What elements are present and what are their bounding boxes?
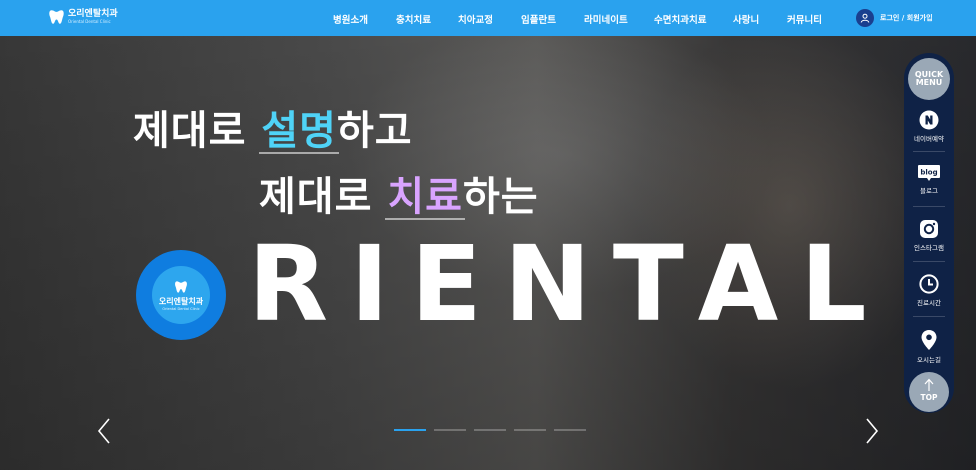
nav-item-cavity[interactable]: 충치치료: [396, 12, 431, 26]
arrow-up-icon: [924, 378, 934, 391]
nav-item-about[interactable]: 병원소개: [333, 12, 368, 26]
nav-item-wisdom-tooth[interactable]: 사랑니: [733, 12, 759, 26]
slider-next-arrow-icon[interactable]: [862, 416, 882, 446]
hero-highlight-explain: 설명: [261, 108, 337, 154]
scroll-top-button[interactable]: TOP: [909, 372, 949, 412]
quick-item-blog[interactable]: blog 블로그: [904, 164, 954, 195]
site-logo[interactable]: 오리엔탈치과 Oriental Dental Clinic: [48, 8, 118, 26]
hero-brand-wordmark: RIENTAL: [248, 223, 889, 345]
brand-emblem: 오리엔탈치과 Oriental Dental Clinic: [136, 250, 226, 340]
location-pin-icon: [921, 330, 937, 350]
hero-slider: 제대로 설명 하고 제대로 치료 하는 오리엔탈치과 Oriental Dental…: [0, 36, 976, 470]
tooth-icon: [175, 280, 187, 293]
instagram-icon: [920, 220, 938, 238]
blog-icon: blog: [918, 165, 940, 181]
tooth-logo-icon: [49, 10, 64, 24]
nav-item-community[interactable]: 커뮤니티: [787, 12, 822, 26]
quick-item-instagram[interactable]: 인스타그램: [904, 219, 954, 252]
naver-icon: [919, 110, 939, 130]
user-icon: [856, 9, 874, 27]
hero-highlight-treat: 치료: [387, 174, 463, 220]
login-label: 로그인 / 회원가입: [880, 14, 933, 22]
slider-dot[interactable]: [554, 429, 586, 431]
quick-menu: QUICK MENU 네이버예약 blog 블로그 인스타그램 진료시간 오시는…: [904, 53, 954, 413]
highlight-underline: [259, 152, 339, 154]
slider-prev-arrow-icon[interactable]: [94, 416, 114, 446]
slider-dot[interactable]: [514, 429, 546, 431]
nav-item-laminate[interactable]: 라미네이트: [584, 12, 628, 26]
quick-item-naver-booking[interactable]: 네이버예약: [904, 110, 954, 143]
slider-dot[interactable]: [394, 429, 426, 431]
quick-item-directions[interactable]: 오시는길: [904, 329, 954, 364]
quick-divider: [913, 151, 945, 152]
svg-text:blog: blog: [920, 169, 937, 177]
brand-emblem-title: 오리엔탈치과: [158, 296, 204, 306]
site-header: 오리엔탈치과 Oriental Dental Clinic 병원소개 충치치료 …: [0, 0, 976, 36]
highlight-underline: [385, 218, 465, 220]
slider-dot[interactable]: [474, 429, 506, 431]
nav-item-sedation[interactable]: 수면치과치료: [654, 12, 706, 26]
nav-item-orthodontics[interactable]: 치아교정: [458, 12, 493, 26]
logo-subtitle: Oriental Dental Clinic: [68, 19, 111, 24]
slider-pagination: [394, 429, 594, 431]
quick-divider: [913, 206, 945, 207]
logo-title: 오리엔탈치과: [68, 9, 118, 19]
login-link[interactable]: 로그인 / 회원가입: [856, 9, 933, 27]
quick-divider: [913, 261, 945, 262]
clock-icon: [919, 274, 939, 294]
hero-headline-line1: 제대로 설명 하고: [133, 108, 413, 154]
quick-divider: [913, 316, 945, 317]
brand-emblem-subtitle: Oriental Dental Clinic: [162, 306, 200, 311]
slider-dot[interactable]: [434, 429, 466, 431]
hero-headline-line2: 제대로 치료 하는: [259, 174, 539, 220]
quick-menu-title: QUICK MENU: [908, 58, 950, 100]
quick-item-clinic-hours[interactable]: 진료시간: [904, 274, 954, 307]
nav-item-implant[interactable]: 임플란트: [521, 12, 556, 26]
